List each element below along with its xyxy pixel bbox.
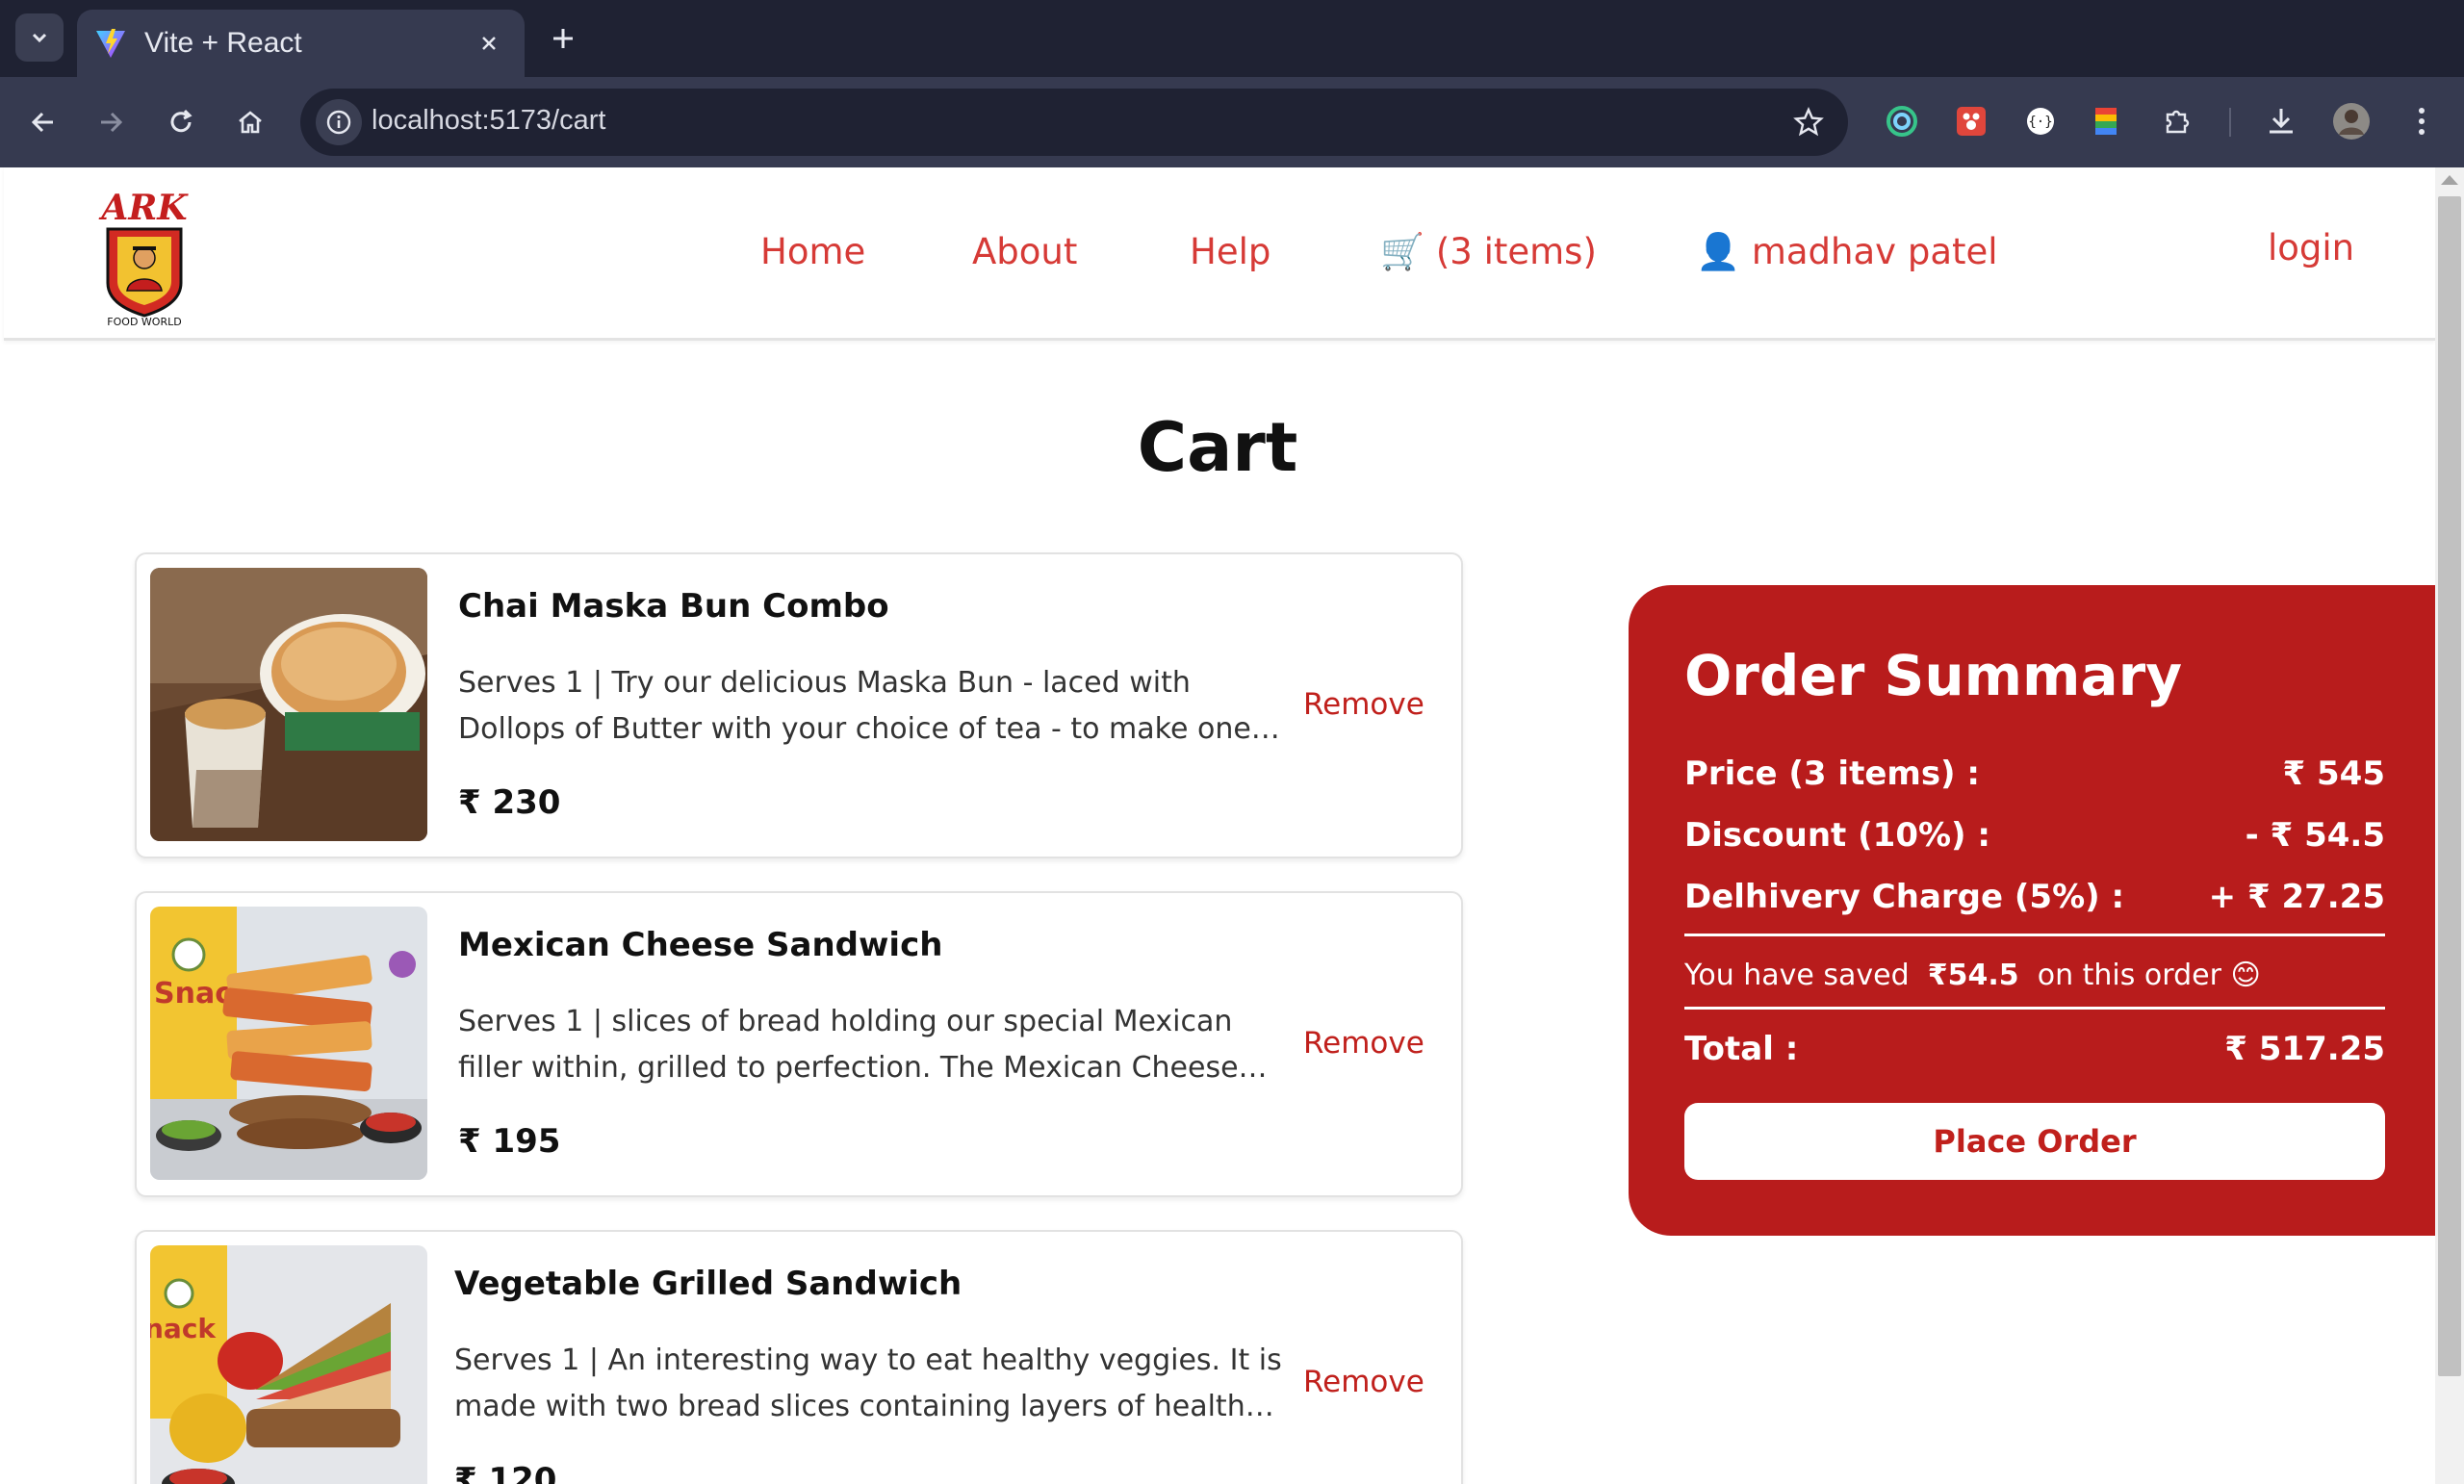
summary-price-value: ₹ 545 xyxy=(2282,755,2385,793)
summary-delivery-row: Delhivery Charge (5%) : + ₹ 27.25 xyxy=(1684,878,2385,916)
vite-favicon-icon xyxy=(96,29,125,58)
cart-item-card: Snack Mexican Cheese Sandwich Serves 1 |… xyxy=(135,891,1463,1197)
item-description: Serves 1 | An interesting way to eat hea… xyxy=(454,1343,1282,1423)
food-image: nack xyxy=(150,1245,427,1484)
user-icon: 👤 xyxy=(1696,231,1741,272)
toolbar-separator xyxy=(2229,108,2231,137)
svg-text:{·}: {·} xyxy=(2028,115,2052,130)
svg-text:FOOD WORLD: FOOD WORLD xyxy=(107,316,181,327)
browser-tab-active[interactable]: Vite + React xyxy=(77,10,525,77)
ark-logo[interactable]: ARK FOOD WORLD xyxy=(96,183,192,328)
site-header: ARK FOOD WORLD Home About Help 🛒 (3 item… xyxy=(4,167,2435,341)
reload-icon[interactable] xyxy=(157,98,205,146)
download-icon[interactable] xyxy=(2260,100,2302,142)
item-name: Chai Maska Bun Combo xyxy=(458,587,889,626)
svg-text:nack: nack xyxy=(150,1313,217,1344)
summary-total-label: Total : xyxy=(1684,1030,1799,1068)
cart-icon: 🛒 xyxy=(1380,231,1425,272)
item-description: Serves 1 | slices of bread holding our s… xyxy=(458,1005,1239,1085)
extension-target-icon[interactable] xyxy=(1881,100,1923,142)
address-bar[interactable]: localhost:5173/cart xyxy=(300,89,1848,156)
svg-text:ARK: ARK xyxy=(98,188,189,228)
order-summary-title: Order Summary xyxy=(1684,643,2183,708)
summary-discount-row: Discount (10%) : - ₹ 54.5 xyxy=(1684,816,2385,855)
tab-close-icon[interactable] xyxy=(475,29,503,58)
item-price: ₹ 120 xyxy=(454,1461,557,1484)
nav-help-link[interactable]: Help xyxy=(1190,231,1270,272)
item-price: ₹ 195 xyxy=(458,1122,561,1161)
summary-delivery-label: Delhivery Charge (5%) : xyxy=(1684,878,2125,916)
summary-discount-value: - ₹ 54.5 xyxy=(2245,816,2385,855)
page-title: Cart xyxy=(1137,408,1298,487)
profile-avatar-icon[interactable] xyxy=(2330,100,2373,142)
cart-count: (3 items) xyxy=(1435,231,1597,272)
savings-note: You have saved ₹54.5 on this order 😊 xyxy=(1684,959,2261,992)
extension-json-icon[interactable]: {·} xyxy=(2019,100,2062,142)
page-viewport: ARK FOOD WORLD Home About Help 🛒 (3 item… xyxy=(0,167,2435,1484)
cart-item-card: Chai Maska Bun Combo Serves 1 | Try our … xyxy=(135,552,1463,858)
scrollbar-thumb[interactable] xyxy=(2438,196,2461,1376)
remove-button[interactable]: Remove xyxy=(1303,1026,1424,1061)
item-name: Vegetable Grilled Sandwich xyxy=(454,1265,962,1303)
tab-title: Vite + React xyxy=(144,27,302,59)
new-tab-icon[interactable] xyxy=(544,19,582,58)
nav-about-link[interactable]: About xyxy=(972,231,1077,272)
savings-prefix: You have saved xyxy=(1684,959,1910,992)
place-order-button[interactable]: Place Order xyxy=(1684,1103,2385,1180)
nav-cart-link[interactable]: 🛒 (3 items) xyxy=(1380,231,1597,273)
summary-price-label: Price (3 items) : xyxy=(1684,755,1981,793)
nav-user-link[interactable]: 👤 madhav patel xyxy=(1696,231,1998,273)
summary-divider xyxy=(1684,1007,2385,1010)
extension-color-icon[interactable] xyxy=(2085,100,2127,142)
summary-discount-label: Discount (10%) : xyxy=(1684,816,1991,855)
chevron-down-icon xyxy=(32,33,47,43)
remove-button[interactable]: Remove xyxy=(1303,687,1424,722)
login-button[interactable]: login xyxy=(2268,227,2354,269)
cart-item-card: nack Vegetable Grilled Sandwich Serves 1… xyxy=(135,1230,1463,1484)
url-text[interactable]: localhost:5173/cart xyxy=(372,105,605,137)
back-icon[interactable] xyxy=(19,98,67,146)
browser-tab-bar: Vite + React xyxy=(0,0,2464,77)
site-info-icon[interactable] xyxy=(316,99,362,145)
food-image: Snack xyxy=(150,907,427,1180)
summary-price-row: Price (3 items) : ₹ 545 xyxy=(1684,755,2385,793)
remove-button[interactable]: Remove xyxy=(1303,1365,1424,1399)
savings-suffix: on this order 😊 xyxy=(2037,959,2261,992)
extensions-puzzle-icon[interactable] xyxy=(2157,100,2199,142)
tab-search-button[interactable] xyxy=(15,13,64,62)
nav-home-link[interactable]: Home xyxy=(760,231,865,272)
extension-paw-icon[interactable] xyxy=(1950,100,1992,142)
scroll-up-arrow-icon[interactable] xyxy=(2441,175,2458,185)
savings-amount: ₹54.5 xyxy=(1927,959,2019,992)
food-image xyxy=(150,568,427,841)
item-name: Mexican Cheese Sandwich xyxy=(458,926,943,964)
item-description: Serves 1 | Try our delicious Maska Bun -… xyxy=(458,666,1251,746)
browser-menu-icon[interactable] xyxy=(2400,100,2443,142)
browser-toolbar: localhost:5173/cart {·} xyxy=(0,77,2464,167)
user-name: madhav patel xyxy=(1751,231,1998,272)
summary-delivery-value: + ₹ 27.25 xyxy=(2208,878,2385,916)
item-price: ₹ 230 xyxy=(458,783,561,822)
order-summary-panel: Order Summary Price (3 items) : ₹ 545 Di… xyxy=(1629,585,2435,1236)
home-icon[interactable] xyxy=(226,98,274,146)
summary-divider xyxy=(1684,934,2385,936)
summary-total-value: ₹ 517.25 xyxy=(2224,1030,2385,1068)
summary-total-row: Total : ₹ 517.25 xyxy=(1684,1030,2385,1068)
forward-icon[interactable] xyxy=(87,98,135,146)
bookmark-star-icon[interactable] xyxy=(1790,104,1827,141)
